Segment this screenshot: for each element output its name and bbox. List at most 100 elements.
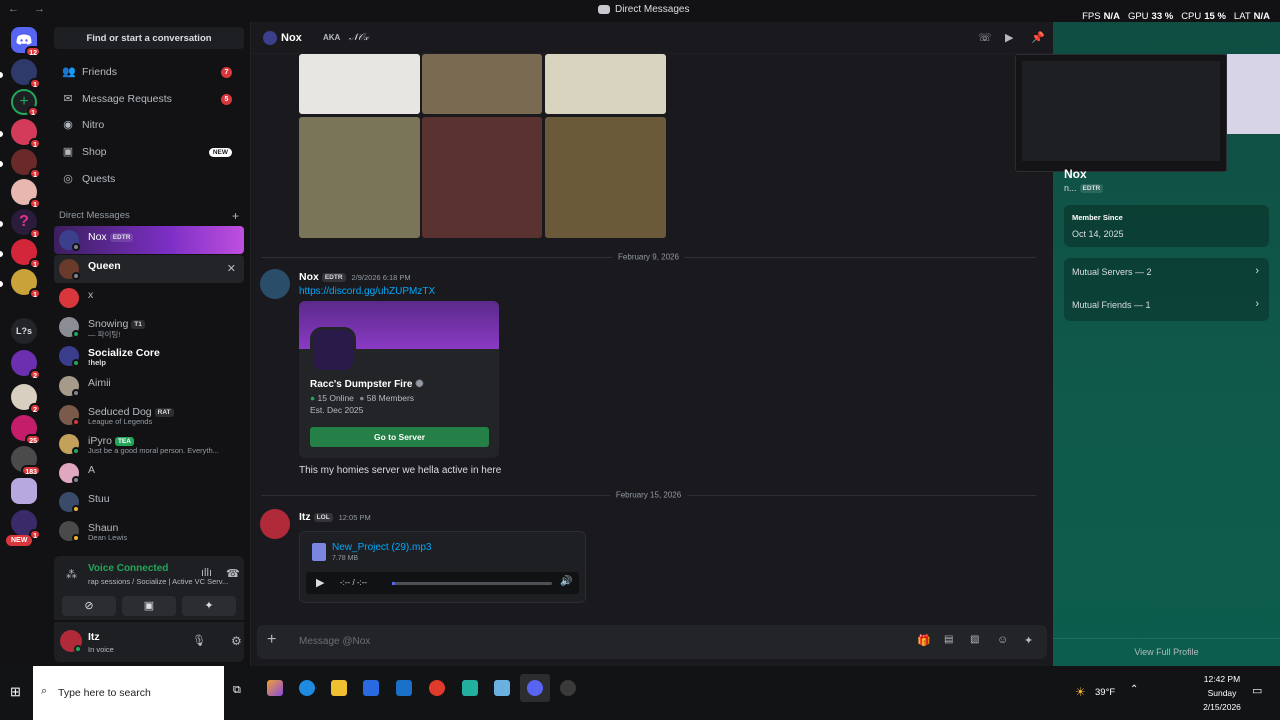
nav-nitro[interactable]: ◉ Nitro: [54, 114, 242, 136]
clock-day: Sunday: [1207, 688, 1237, 698]
status-dot: [72, 534, 80, 542]
badge: 183: [21, 465, 41, 476]
dm-item-shaun[interactable]: Shaun Dean Lewis: [54, 517, 244, 545]
add-server-icon[interactable]: +1: [11, 89, 39, 117]
copilot-icon[interactable]: [267, 680, 283, 696]
nav-label: Nitro: [82, 119, 105, 131]
attachment-image[interactable]: [545, 54, 666, 114]
nav-friends[interactable]: 👥 Friends 7: [54, 61, 242, 83]
call-icon[interactable]: ☏: [978, 31, 992, 44]
server-icon[interactable]: 2: [11, 384, 41, 414]
gift-icon[interactable]: 🎁: [917, 634, 931, 647]
play-icon[interactable]: ▶: [316, 576, 324, 589]
server-icon[interactable]: 2: [11, 350, 41, 380]
server-icon[interactable]: 1: [11, 179, 41, 209]
gif-icon[interactable]: ▤: [944, 634, 953, 645]
message-composer: + Message @Nox 🎁 ▤ ▧ ☺ ✦: [257, 625, 1047, 659]
temperature[interactable]: 39°F: [1095, 687, 1115, 698]
avatar[interactable]: [260, 509, 290, 539]
close-icon[interactable]: ✕: [227, 262, 236, 275]
server-icon[interactable]: 1: [11, 149, 41, 179]
dm-item-aimii[interactable]: Aimii: [54, 372, 244, 400]
pin-icon[interactable]: 📌: [1031, 31, 1045, 44]
apps-icon[interactable]: ✦: [1024, 634, 1033, 647]
dm-item-stuu[interactable]: Stuu: [54, 488, 244, 516]
server-icon[interactable]: 1: [11, 269, 41, 299]
server-text-icon[interactable]: L?s: [11, 318, 37, 344]
message-input[interactable]: Message @Nox: [299, 636, 370, 647]
soundboard-icon[interactable]: ıllı: [201, 567, 212, 579]
mutual-servers[interactable]: Mutual Servers — 2: [1072, 267, 1152, 277]
windows-start-icon[interactable]: ⊞: [10, 684, 21, 700]
dm-item-snowing[interactable]: Snowing T1 — 파이팅!: [54, 313, 244, 341]
dm-item-seduced-dog[interactable]: Seduced Dog RAT League of Legends: [54, 401, 244, 429]
file-explorer-icon[interactable]: [331, 680, 347, 696]
attachment-image[interactable]: [299, 117, 420, 238]
app-icon[interactable]: [560, 680, 576, 696]
audio-progress[interactable]: [392, 582, 552, 585]
add-attachment-icon[interactable]: +: [267, 631, 276, 649]
notification-icon[interactable]: ▭: [1252, 684, 1262, 697]
attachment-image[interactable]: [299, 54, 420, 114]
emoji-icon[interactable]: ☺: [997, 634, 1008, 646]
taskbar-search[interactable]: ⌕ Type here to search: [33, 666, 224, 720]
server-icon[interactable]: ? 1: [11, 209, 41, 239]
gear-icon[interactable]: ⚙: [231, 634, 242, 648]
task-view-icon[interactable]: ⧉: [233, 684, 241, 697]
screen-share-preview[interactable]: [1015, 54, 1227, 172]
create-dm-icon[interactable]: +: [232, 209, 239, 223]
microphone-icon[interactable]: 🎙: [192, 634, 206, 647]
app-icon[interactable]: [494, 680, 510, 696]
view-full-profile-button[interactable]: View Full Profile: [1053, 638, 1280, 666]
chrome-icon[interactable]: [429, 680, 445, 696]
home-dm-button[interactable]: 12: [11, 27, 41, 57]
attachment-image[interactable]: [545, 117, 666, 238]
status-dot: [72, 272, 80, 280]
clock[interactable]: 12:42 PM Sunday 2/15/2026: [1200, 674, 1244, 712]
server-icon[interactable]: 25: [11, 415, 41, 445]
store-icon[interactable]: [363, 680, 379, 696]
mail-icon[interactable]: [396, 680, 412, 696]
nav-message-requests[interactable]: ✉ Message Requests 5: [54, 88, 242, 110]
go-to-server-button[interactable]: Go to Server: [310, 427, 489, 447]
dm-item-nox[interactable]: Nox EDTR: [54, 226, 244, 254]
author-name[interactable]: Nox: [299, 271, 319, 283]
dm-item-x[interactable]: x: [54, 284, 244, 312]
video-icon[interactable]: ▶: [1005, 31, 1013, 44]
activities-button[interactable]: ✦: [182, 596, 236, 616]
camera-off-button[interactable]: ⊘: [62, 596, 116, 616]
attachment-image[interactable]: [422, 54, 542, 114]
file-name[interactable]: New_Project (29).mp3: [332, 542, 431, 553]
server-icon[interactable]: 1: [11, 239, 41, 269]
disconnect-icon[interactable]: ☎: [226, 567, 240, 580]
nav-quests[interactable]: ◎ Quests: [54, 168, 242, 190]
member-count: 58 Members: [366, 393, 415, 403]
audio-player: ▶ -:-- / -:-- 🔊: [306, 572, 579, 594]
sticker-icon[interactable]: ▧: [970, 634, 979, 645]
discord-icon[interactable]: [527, 680, 543, 696]
volume-icon[interactable]: 🔊: [560, 576, 572, 587]
nav-shop[interactable]: ▣ Shop NEW: [54, 141, 242, 163]
server-icon[interactable]: 1: [11, 510, 41, 540]
edge-icon[interactable]: [299, 680, 315, 696]
author-name[interactable]: Itz: [299, 511, 311, 523]
avatar[interactable]: [260, 269, 290, 299]
message-header: Nox EDTR 2/9/2026 6:18 PM: [299, 271, 411, 283]
invite-link[interactable]: https://discord.gg/uhZUPMzTX: [299, 286, 435, 297]
server-icon[interactable]: [11, 478, 37, 504]
server-icon[interactable]: 1: [11, 59, 41, 89]
screen-share-button[interactable]: ▣: [122, 596, 176, 616]
mutual-friends[interactable]: Mutual Friends — 1: [1072, 300, 1151, 310]
dm-item-socialize-core[interactable]: Socialize Core !help: [54, 342, 244, 370]
fps-label: FPS: [1082, 11, 1101, 22]
dm-item-queen[interactable]: Queen ✕: [54, 255, 244, 283]
chevron-up-icon[interactable]: ⌃: [1130, 684, 1138, 695]
nav-arrows[interactable]: ← →: [8, 3, 51, 15]
app-icon[interactable]: [462, 680, 478, 696]
dm-item-a[interactable]: A: [54, 459, 244, 487]
server-icon[interactable]: 1: [11, 119, 41, 149]
dm-item-ipyro[interactable]: iPyro TEA Just be a good moral person. Ev…: [54, 430, 244, 458]
server-icon[interactable]: 183: [11, 446, 41, 476]
attachment-image[interactable]: [422, 117, 542, 238]
find-conversation-button[interactable]: Find or start a conversation: [54, 27, 244, 49]
